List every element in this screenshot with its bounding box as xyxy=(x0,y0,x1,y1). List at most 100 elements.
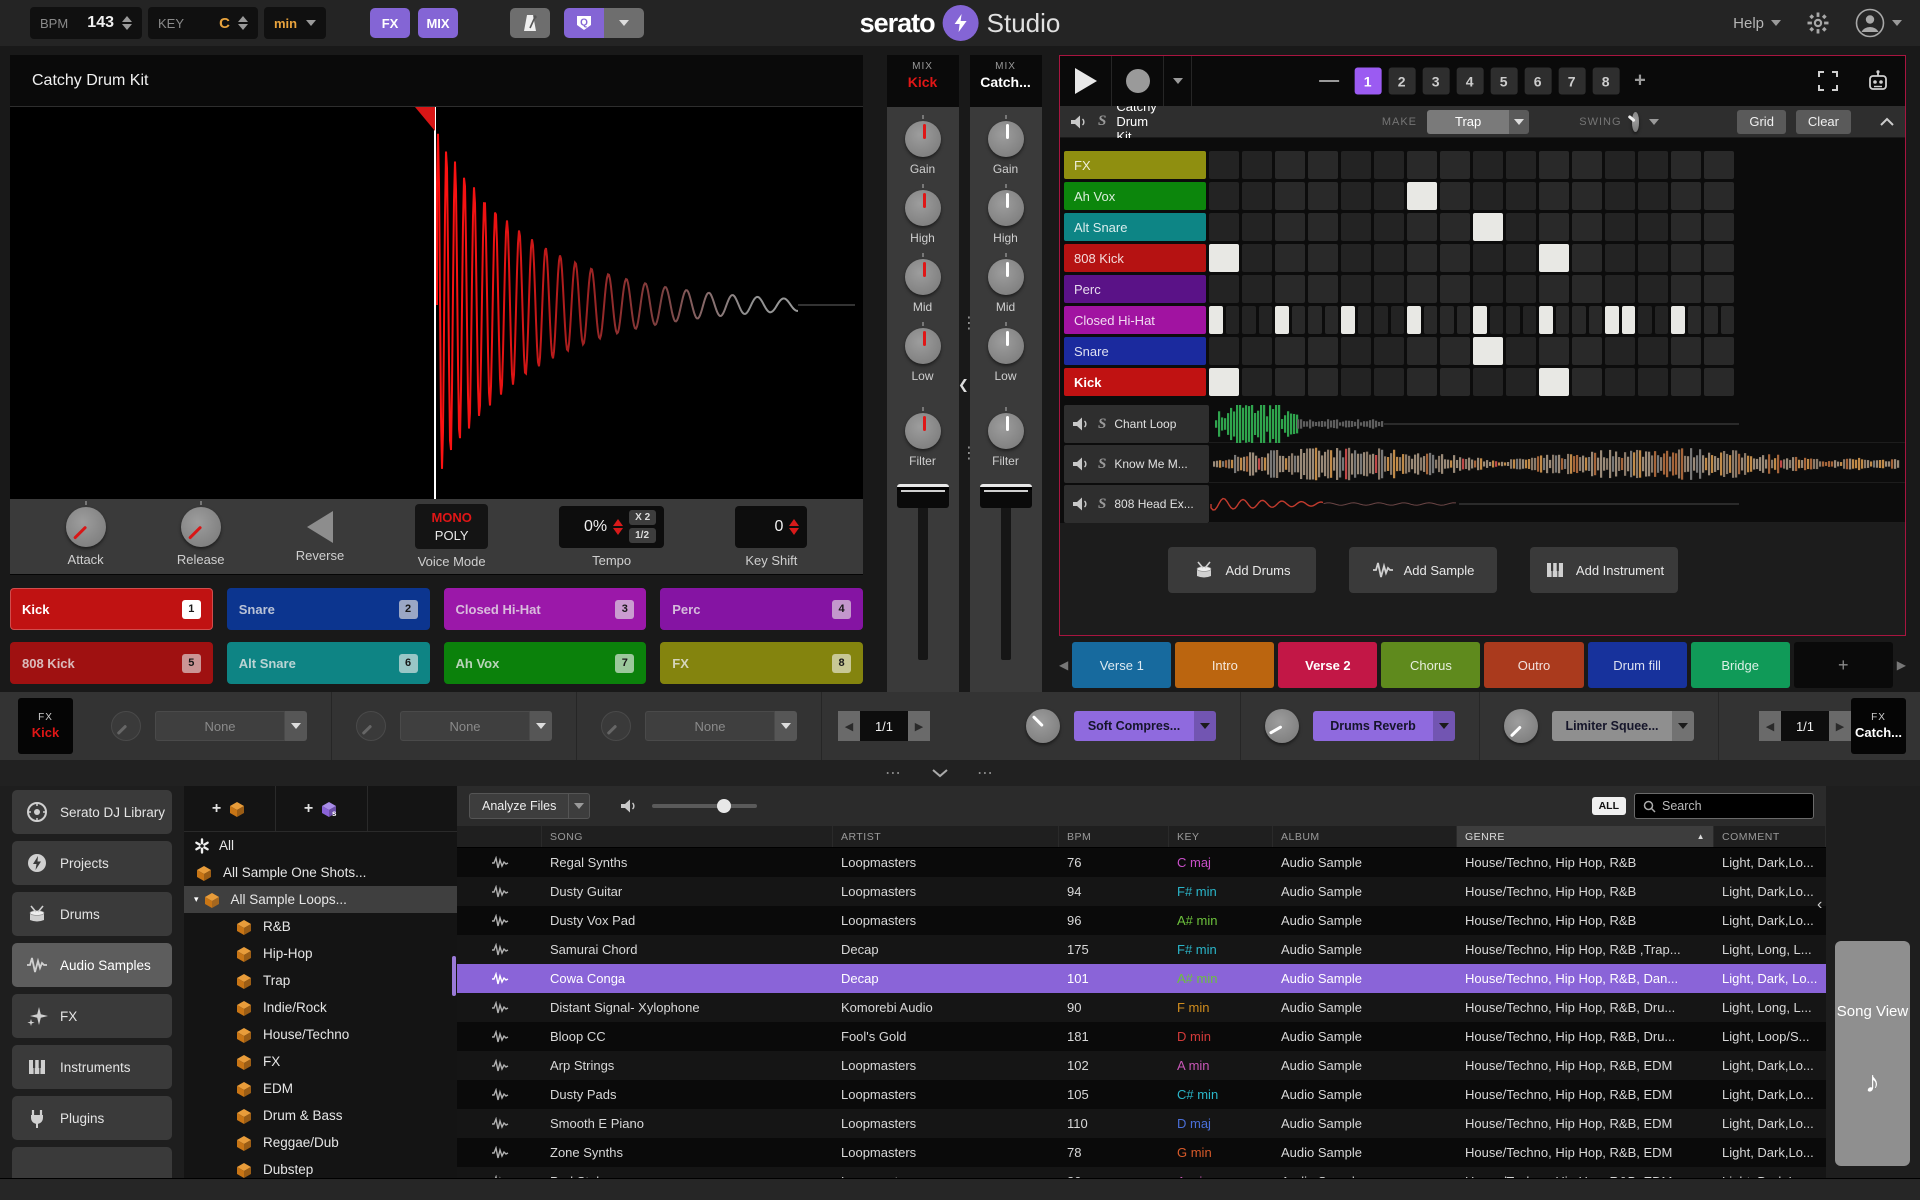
collapse-chevron-left[interactable]: ‹ xyxy=(1817,896,1822,914)
scene-bridge[interactable]: Bridge xyxy=(1691,642,1790,688)
step-cell[interactable] xyxy=(1605,306,1619,334)
step-cell[interactable] xyxy=(1473,306,1487,334)
mixer-knob-low[interactable]: Low xyxy=(988,328,1024,383)
pattern-add-button[interactable]: + xyxy=(1626,70,1654,93)
step-cell[interactable] xyxy=(1605,337,1635,365)
mixer-knob-high[interactable]: High xyxy=(905,190,941,245)
column-header-artist[interactable]: ARTIST xyxy=(833,826,1059,847)
step-cell[interactable] xyxy=(1308,306,1322,334)
mixer-knob-mid[interactable]: Mid xyxy=(988,259,1024,314)
step-cell[interactable] xyxy=(1704,182,1734,210)
key-mode-value[interactable]: min xyxy=(274,16,297,31)
tempo-stepper[interactable] xyxy=(613,519,623,535)
step-cell[interactable] xyxy=(1440,306,1454,334)
pager-next-icon[interactable]: ▶ xyxy=(908,711,930,741)
step-cell[interactable] xyxy=(1671,182,1701,210)
step-cell[interactable] xyxy=(1440,368,1470,396)
play-button[interactable] xyxy=(1060,56,1112,106)
fx-target-right[interactable]: FX Catch... xyxy=(1851,698,1906,754)
step-cell[interactable] xyxy=(1671,368,1701,396)
add-crate-button[interactable]: + xyxy=(184,786,276,831)
step-cell[interactable] xyxy=(1589,306,1603,334)
fx-slot-value[interactable]: None xyxy=(645,711,775,741)
step-cell[interactable] xyxy=(1506,368,1536,396)
pad-perc[interactable]: Perc4 xyxy=(660,588,863,630)
step-cell[interactable] xyxy=(1242,337,1272,365)
sidebar-item-audio-samples[interactable]: Audio Samples xyxy=(12,943,172,987)
step-cell[interactable] xyxy=(1226,306,1240,334)
pattern-tab-2[interactable]: 2 xyxy=(1388,68,1415,95)
pad-808-kick[interactable]: 808 Kick5 xyxy=(10,642,213,684)
filter-all-chip[interactable]: ALL xyxy=(1592,797,1626,815)
track-label-perc[interactable]: Perc xyxy=(1064,275,1206,303)
pattern-tab-1[interactable]: 1 xyxy=(1354,68,1381,95)
step-cell[interactable] xyxy=(1374,151,1404,179)
step-cell[interactable] xyxy=(1704,213,1734,241)
key-value[interactable]: C xyxy=(219,15,230,32)
step-cell[interactable] xyxy=(1275,213,1305,241)
step-cell[interactable] xyxy=(1638,151,1668,179)
volume-slider-handle[interactable] xyxy=(717,799,731,813)
settings-gear-icon[interactable] xyxy=(1807,12,1829,34)
step-cell[interactable] xyxy=(1308,151,1338,179)
crate-item-trap[interactable]: Trap xyxy=(184,967,457,994)
fx-chain-knob[interactable] xyxy=(1504,709,1538,743)
fx-chain-knob[interactable] xyxy=(1026,709,1060,743)
step-cell[interactable] xyxy=(1391,306,1405,334)
step-cell[interactable] xyxy=(1671,337,1701,365)
step-cell[interactable] xyxy=(1308,275,1338,303)
column-header-album[interactable]: ALBUM xyxy=(1273,826,1457,847)
sidebar-item-instruments[interactable]: Instruments xyxy=(12,1045,172,1089)
step-cell[interactable] xyxy=(1605,151,1635,179)
column-header-bpm[interactable]: BPM xyxy=(1059,826,1169,847)
sidebar-item-projects[interactable]: Projects xyxy=(12,841,172,885)
audio-track-label[interactable]: S808 Head Ex... xyxy=(1064,485,1209,523)
sidebar-item-fx[interactable]: FX xyxy=(12,994,172,1038)
step-cell[interactable] xyxy=(1242,368,1272,396)
table-row[interactable]: Dusty PadsLoopmasters105C# minAudio Samp… xyxy=(457,1080,1826,1109)
step-cell[interactable] xyxy=(1407,151,1437,179)
step-cell[interactable] xyxy=(1308,337,1338,365)
step-cell[interactable] xyxy=(1622,306,1636,334)
key-shift-control[interactable]: 0 Key Shift xyxy=(735,506,807,568)
step-cell[interactable] xyxy=(1539,151,1569,179)
step-cell[interactable] xyxy=(1473,151,1503,179)
track-solo-icon[interactable]: S xyxy=(1098,496,1106,513)
step-cell[interactable] xyxy=(1704,368,1734,396)
step-cell[interactable] xyxy=(1341,182,1371,210)
step-cell[interactable] xyxy=(1275,368,1305,396)
step-cell[interactable] xyxy=(1209,182,1239,210)
track-mute-speaker-icon[interactable] xyxy=(1072,496,1090,512)
table-row[interactable]: Bloop CCFool's Gold181D minAudio SampleH… xyxy=(457,1022,1826,1051)
key-mode-dropdown[interactable]: min xyxy=(264,7,326,39)
step-cell[interactable] xyxy=(1523,306,1537,334)
step-cell[interactable] xyxy=(1539,275,1569,303)
high-knob[interactable] xyxy=(988,190,1024,226)
pattern-tab-7[interactable]: 7 xyxy=(1558,68,1585,95)
voice-mode-poly[interactable]: POLY xyxy=(431,527,471,545)
step-cell[interactable] xyxy=(1341,213,1371,241)
mix-view-button[interactable]: MIX xyxy=(418,8,458,38)
fullscreen-button[interactable] xyxy=(1817,70,1839,92)
step-cell[interactable] xyxy=(1440,213,1470,241)
step-cell[interactable] xyxy=(1473,213,1503,241)
step-cell[interactable] xyxy=(1638,182,1668,210)
song-view-button[interactable]: Song View ♪ xyxy=(1835,941,1910,1166)
column-header-key[interactable]: KEY xyxy=(1169,826,1273,847)
fx-slot-knob[interactable] xyxy=(601,711,631,741)
step-cell[interactable] xyxy=(1341,275,1371,303)
step-cell[interactable] xyxy=(1572,337,1602,365)
mixer-knob-mid[interactable]: Mid xyxy=(905,259,941,314)
step-cell[interactable] xyxy=(1638,275,1668,303)
step-cell[interactable] xyxy=(1655,306,1669,334)
sidebar-item-partial[interactable] xyxy=(12,1147,172,1178)
scene-scroll-right-icon[interactable]: ▶ xyxy=(1897,658,1906,672)
track-label-snare[interactable]: Snare xyxy=(1064,337,1206,365)
tempo-control[interactable]: 0% X 2 1/2 Tempo xyxy=(559,506,664,568)
fx-slot-dropdown[interactable]: None xyxy=(645,711,797,741)
step-cell[interactable] xyxy=(1440,151,1470,179)
audio-track-label[interactable]: SKnow Me M... xyxy=(1064,445,1209,483)
crate-item-hip-hop[interactable]: Hip-Hop xyxy=(184,940,457,967)
step-cell[interactable] xyxy=(1704,306,1718,334)
step-cell[interactable] xyxy=(1275,337,1305,365)
